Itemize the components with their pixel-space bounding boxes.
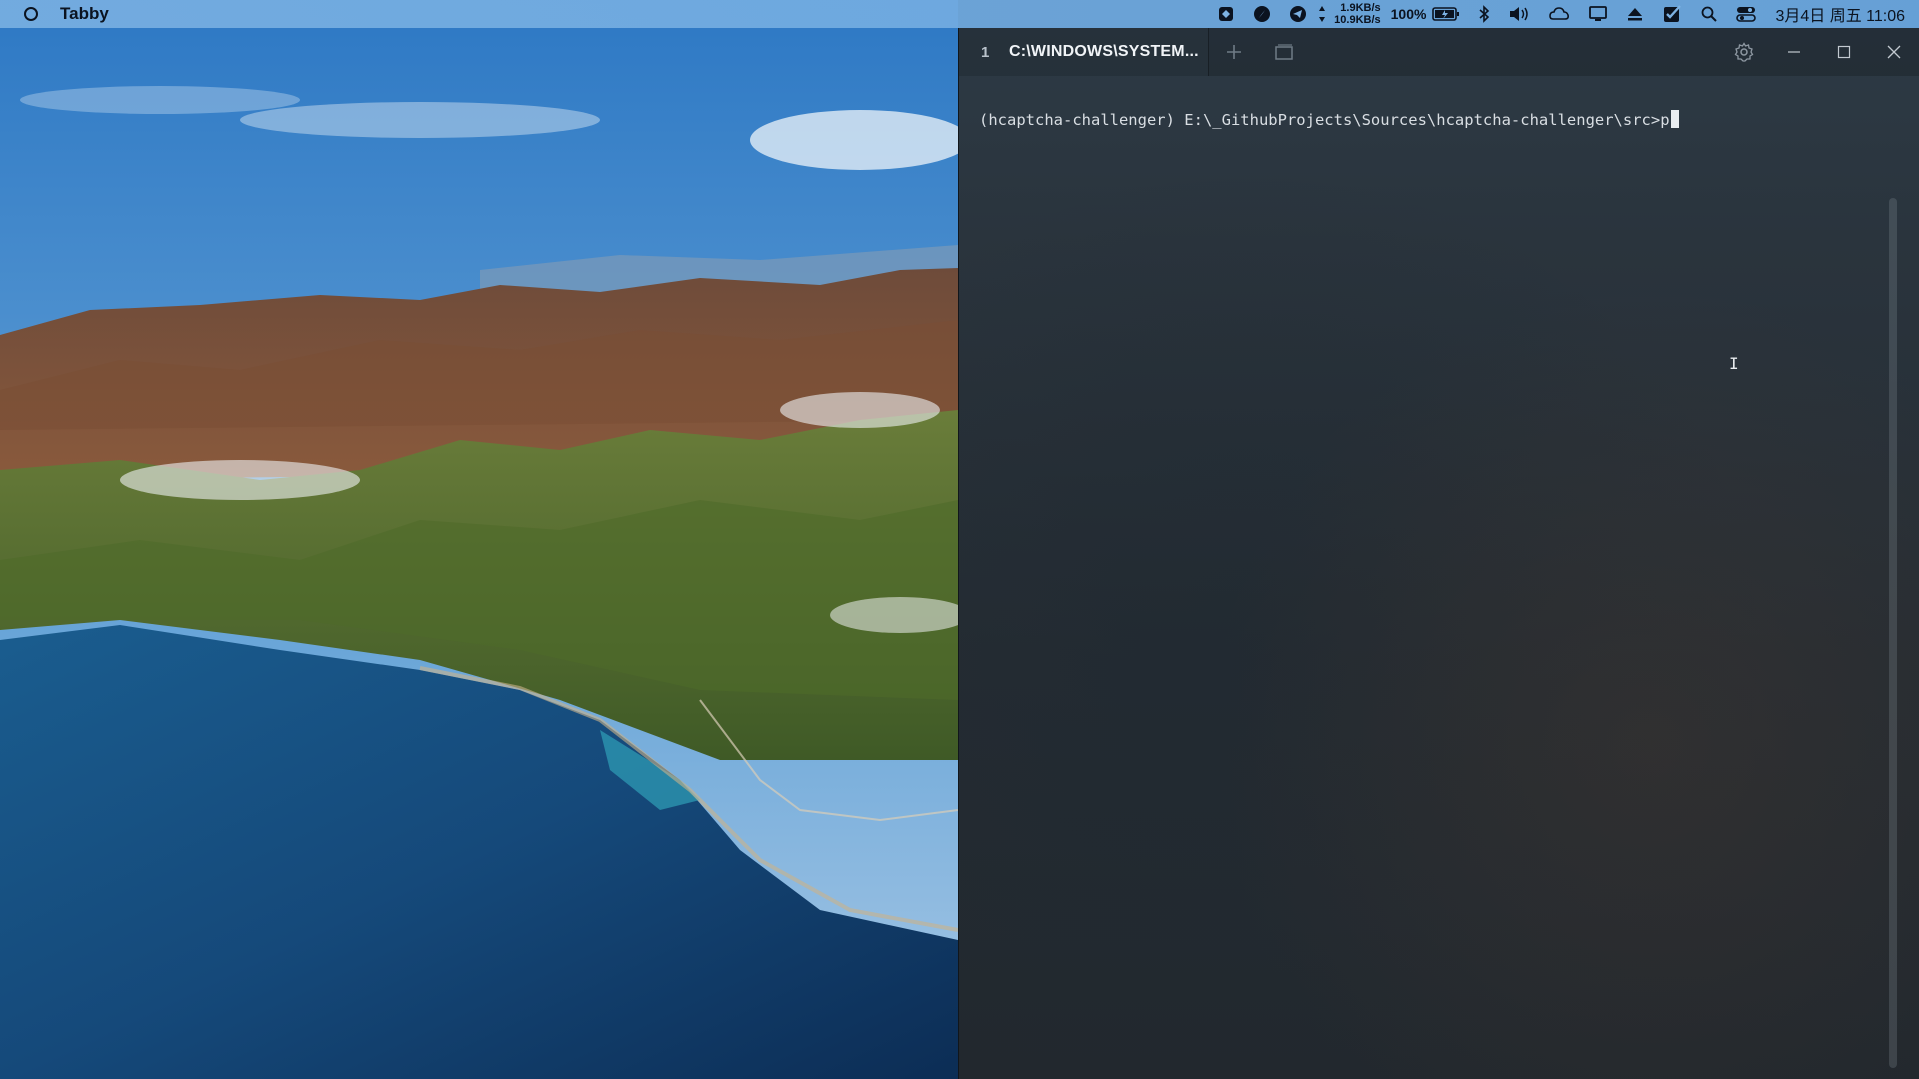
volume-icon[interactable] bbox=[1499, 0, 1539, 28]
active-app-name[interactable]: Tabby bbox=[60, 4, 109, 24]
settings-gear-icon bbox=[1734, 42, 1754, 62]
cloud-icon[interactable] bbox=[1539, 0, 1579, 28]
network-speed: 1.9KB/s 10.9KB/s bbox=[1328, 2, 1390, 26]
search-icon[interactable] bbox=[1691, 0, 1727, 28]
terminal-input: p bbox=[1660, 111, 1670, 129]
terminal-scrollbar[interactable] bbox=[1887, 98, 1899, 1068]
compass-icon[interactable] bbox=[1244, 0, 1280, 28]
battery-percent: 100% bbox=[1390, 6, 1427, 22]
close-icon bbox=[1887, 45, 1901, 59]
network-download-speed: 10.9KB/s bbox=[1334, 14, 1381, 26]
settings-button[interactable] bbox=[1719, 28, 1769, 76]
new-tab-plus-icon bbox=[1227, 45, 1241, 59]
maximize-button[interactable] bbox=[1819, 28, 1869, 76]
minimize-button[interactable] bbox=[1769, 28, 1819, 76]
terminal-tab[interactable]: 1 C:\WINDOWS\SYSTEM... bbox=[959, 28, 1209, 76]
eject-icon[interactable] bbox=[1617, 0, 1653, 28]
telegram-icon[interactable] bbox=[1280, 0, 1316, 28]
network-arrows-icon bbox=[1316, 0, 1328, 28]
menubar-clock[interactable]: 3月4日 周五 11:06 bbox=[1765, 2, 1905, 26]
bluetooth-icon[interactable] bbox=[1469, 0, 1499, 28]
terminal-background bbox=[959, 28, 1919, 1079]
battery-icon[interactable] bbox=[1432, 0, 1469, 28]
maximize-icon bbox=[1837, 45, 1851, 59]
terminal-prompt: (hcaptcha-challenger) E:\_GithubProjects… bbox=[979, 111, 1661, 129]
display-icon[interactable] bbox=[1579, 0, 1617, 28]
scrollbar-thumb[interactable] bbox=[1889, 198, 1897, 1068]
bug-report-icon[interactable] bbox=[1208, 0, 1244, 28]
apple-logo-icon[interactable] bbox=[24, 7, 38, 21]
tab-number: 1 bbox=[981, 43, 990, 61]
terminal-cursor bbox=[1670, 110, 1679, 128]
close-button[interactable] bbox=[1869, 28, 1919, 76]
tabby-window: 1 C:\WINDOWS\SYSTEM... (hcaptcha-challen… bbox=[958, 28, 1919, 1079]
new-window-button[interactable] bbox=[1259, 28, 1309, 76]
status-tray: 1.9KB/s 10.9KB/s 100% 3月4日 周五 11:06 bbox=[1208, 0, 1905, 28]
control-center-icon[interactable] bbox=[1727, 0, 1765, 28]
checkbox-icon[interactable] bbox=[1653, 0, 1691, 28]
menu-bar: Tabby 1.9KB/s 10.9KB/s 100% 3月4日 周五 11:0… bbox=[0, 0, 1919, 28]
network-upload-speed: 1.9KB/s bbox=[1340, 2, 1381, 14]
new-tab-button[interactable] bbox=[1209, 28, 1259, 76]
text-ibeam-cursor-icon: I bbox=[1729, 354, 1739, 373]
new-window-icon bbox=[1275, 44, 1293, 60]
minimize-icon bbox=[1788, 51, 1800, 53]
title-bar: 1 C:\WINDOWS\SYSTEM... bbox=[959, 28, 1919, 76]
tab-title: C:\WINDOWS\SYSTEM... bbox=[1009, 43, 1199, 60]
terminal-output[interactable]: (hcaptcha-challenger) E:\_GithubProjects… bbox=[979, 110, 1879, 129]
